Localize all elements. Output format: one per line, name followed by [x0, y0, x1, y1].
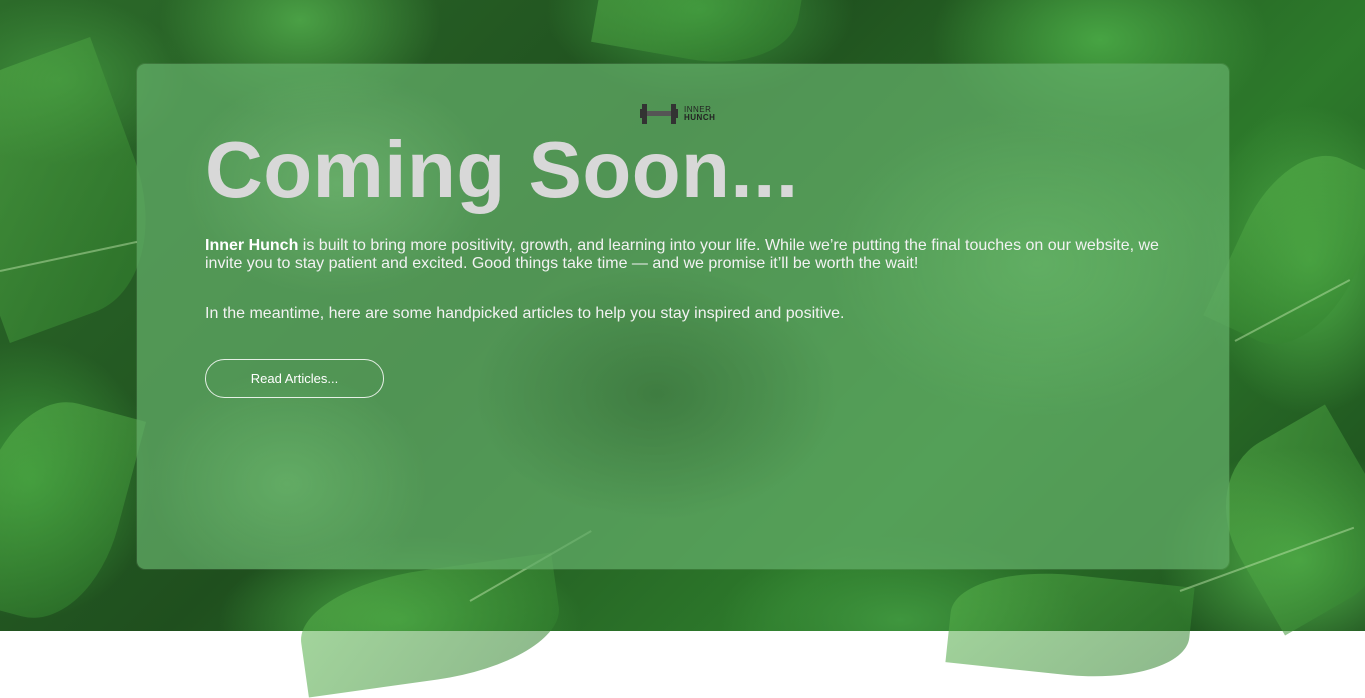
read-articles-button[interactable]: Read Articles...: [205, 359, 384, 398]
intro-paragraph: Inner Hunch is built to bring more posit…: [205, 237, 1175, 273]
intro-text: is built to bring more positivity, growt…: [205, 237, 1159, 272]
h-barbell-logo-icon: [640, 103, 678, 125]
coming-soon-card: INNER HUNCH Coming Soon... Inner Hunch i…: [137, 64, 1229, 569]
logo-wordmark: INNER HUNCH: [684, 106, 715, 122]
logo-line-2: HUNCH: [684, 113, 716, 122]
brand-name: Inner Hunch: [205, 237, 299, 254]
page-title: Coming Soon...: [205, 125, 799, 214]
meantime-paragraph: In the meantime, here are some handpicke…: [205, 305, 845, 322]
brand-logo: INNER HUNCH: [640, 103, 715, 125]
